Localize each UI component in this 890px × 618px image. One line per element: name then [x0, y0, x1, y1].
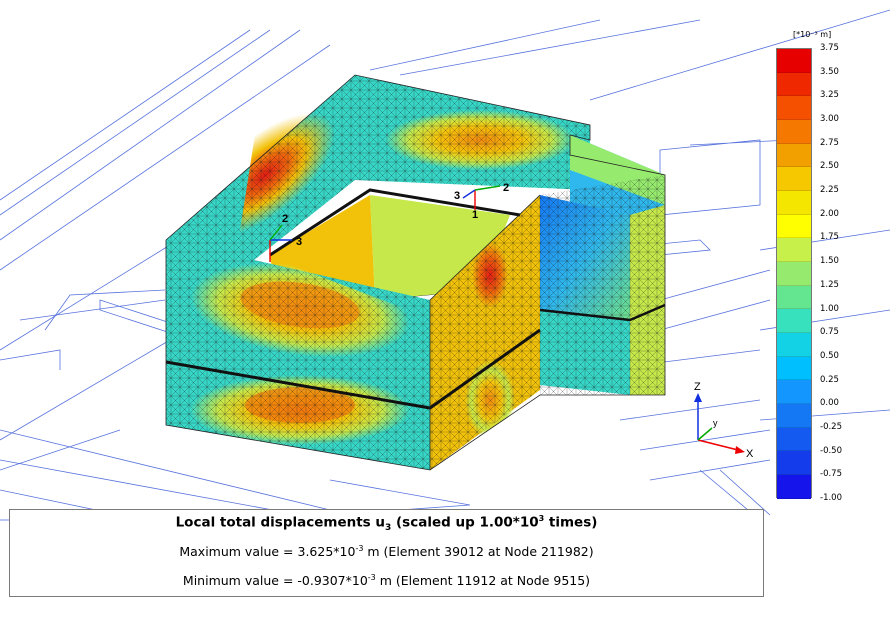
legend-color-cell [777, 475, 811, 499]
legend-tick-label: 0.50 [820, 350, 839, 361]
legend-tick-label: 2.00 [820, 208, 839, 219]
legend-color-cell [777, 96, 811, 121]
local-axis-label-3-back: 3 [454, 190, 460, 202]
legend-tick-label: 1.00 [820, 303, 839, 314]
legend-color-cell [777, 262, 811, 286]
legend-color-cell [777, 143, 811, 168]
back-wall [355, 75, 590, 190]
global-axis-y-label: y [713, 418, 718, 428]
legend-tick-label: 3.25 [820, 90, 839, 101]
legend-color-cell [777, 49, 811, 73]
legend-color-bar [776, 48, 812, 499]
minimum-value-line: Minimum value = -0.9307*10-3 m (Element … [10, 573, 763, 588]
legend-tick-label: 1.75 [820, 232, 839, 243]
result-title-main: Local total displacements u [175, 514, 386, 531]
global-axis-triad: Z X y [694, 381, 754, 460]
minimum-value-exponent: -3 [367, 573, 376, 582]
legend-tick-label: 0.00 [820, 398, 839, 409]
legend-color-cell [777, 356, 811, 381]
legend-color-cell [777, 191, 811, 215]
legend-color-cell [777, 333, 811, 357]
maximum-value-text: Maximum value = 3.625*10 [179, 544, 356, 560]
legend-tick-label: 2.25 [820, 185, 839, 196]
local-axis-label-2-left: 2 [282, 213, 288, 225]
result-title: Local total displacements u3 (scaled up … [10, 514, 763, 533]
result-title-end: times) [544, 514, 598, 531]
minimum-value-location: m (Element 11912 at Node 9515) [375, 573, 591, 589]
minimum-value-text: Minimum value = -0.9307*10 [182, 573, 368, 589]
legend-color-cell [777, 238, 811, 263]
legend-tick-label: 1.25 [820, 279, 839, 290]
maximum-value-line: Maximum value = 3.625*10-3 m (Element 39… [10, 544, 763, 559]
result-title-scale: (scaled up 1.00*10 [391, 514, 539, 531]
legend-color-cell [777, 167, 811, 192]
local-axis-label-1-back: 1 [472, 209, 478, 221]
legend-tick-label: -1.00 [820, 493, 842, 503]
legend-tick-label: 3.50 [820, 66, 839, 77]
local-axis-label-3-left: 3 [296, 236, 302, 248]
legend-tick-label: -0.25 [820, 421, 842, 432]
legend-color-cell [777, 120, 811, 144]
legend-tick-label: 3.75 [820, 43, 839, 53]
legend-tick-label: 0.75 [820, 327, 839, 338]
legend-tick-label: 0.25 [820, 374, 839, 385]
legend-color-cell [777, 404, 811, 428]
legend-unit: [*10⁻³ m] [793, 30, 832, 39]
local-axis-label-2-back: 2 [503, 182, 509, 194]
legend-tick-label: 1.50 [820, 256, 839, 267]
legend-tick-label: -0.50 [820, 445, 842, 456]
legend-color-cell [777, 285, 811, 310]
global-axis-x-label: X [746, 448, 754, 460]
legend-tick-label: -0.75 [820, 469, 842, 480]
legend-tick-label: 2.75 [820, 137, 839, 148]
legend-color-cell [777, 309, 811, 334]
legend-tick-label: 3.00 [820, 114, 839, 125]
legend-tick-label: 2.50 [820, 161, 839, 172]
legend-color-cell [777, 427, 811, 452]
legend-color-cell [777, 451, 811, 476]
legend-color-cell [777, 380, 811, 405]
legend-color-cell [777, 72, 811, 97]
global-axis-z-label: Z [694, 381, 701, 393]
maximum-value-location: m (Element 39012 at Node 211982) [363, 544, 594, 560]
legend-color-cell [777, 214, 811, 239]
result-info-box: Local total displacements u3 (scaled up … [9, 509, 764, 597]
